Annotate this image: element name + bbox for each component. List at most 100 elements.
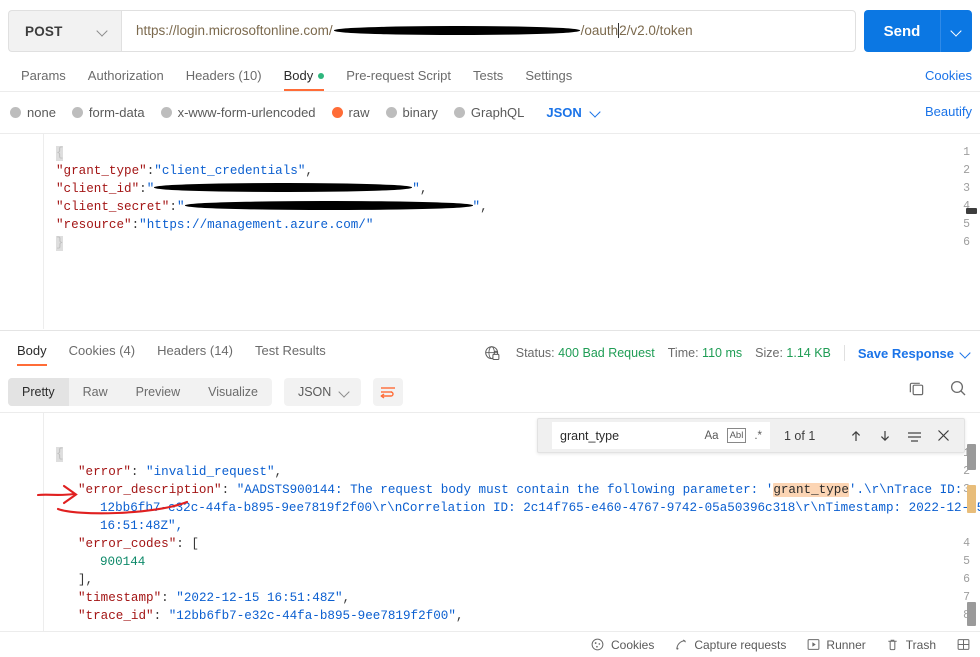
body-type-label: binary bbox=[402, 104, 438, 120]
view-mode-raw[interactable]: Raw bbox=[69, 378, 122, 406]
body-type-row: none form-data x-www-form-urlencoded raw bin… bbox=[10, 99, 602, 125]
status-group: Status: 400 Bad Request bbox=[516, 346, 655, 360]
match-case-icon[interactable]: Aa bbox=[703, 430, 721, 442]
request-tab-body[interactable]: Body bbox=[273, 68, 336, 91]
raw-format-select[interactable]: JSON bbox=[546, 105, 601, 120]
status-label: Status: bbox=[515, 346, 555, 360]
body-type-binary[interactable]: binary bbox=[385, 104, 438, 120]
response-tab-test-results[interactable]: Test Results bbox=[244, 343, 337, 366]
code-line: "resource":"https://management.azure.com… bbox=[56, 216, 373, 234]
response-tools-right bbox=[906, 378, 968, 398]
body-type-raw[interactable]: raw bbox=[331, 105, 370, 120]
response-view-modes: Pretty Raw Preview Visualize bbox=[8, 378, 272, 406]
code-line: "error_description": "AADSTS900144: The … bbox=[78, 481, 962, 499]
code-token: , bbox=[455, 609, 464, 623]
url-suffix: /oauth bbox=[580, 23, 619, 39]
find-list-icon[interactable] bbox=[907, 430, 922, 442]
statusbar-item-capture-requests[interactable]: Capture requests bbox=[674, 638, 786, 652]
code-token: : bbox=[130, 465, 147, 479]
beautify-link[interactable]: Beautify bbox=[925, 104, 972, 119]
response-tab-cookies-4[interactable]: Cookies (4) bbox=[58, 343, 146, 366]
url-input[interactable]: https://login.microsoftonline.com/ /oauth… bbox=[121, 10, 856, 52]
search-icon[interactable] bbox=[948, 378, 968, 398]
tab-label: Params bbox=[21, 68, 66, 83]
request-tab-pre-request-script[interactable]: Pre-request Script bbox=[335, 68, 462, 91]
time-value: 110 ms bbox=[702, 346, 743, 360]
response-format-select[interactable]: JSON bbox=[283, 378, 362, 406]
tab-label: Pre-request Script bbox=[346, 68, 451, 83]
code-line: "error_codes": [ bbox=[78, 535, 199, 553]
find-next-icon[interactable] bbox=[878, 429, 892, 443]
body-type-label: x-www-form-urlencoded bbox=[177, 104, 316, 120]
save-response-button[interactable]: Save Response bbox=[858, 346, 972, 361]
size-label: Size: bbox=[755, 346, 783, 360]
code-line: "grant_type":"client_credentials", bbox=[56, 162, 313, 180]
body-type-label: GraphQL bbox=[470, 104, 525, 120]
send-button[interactable]: Send bbox=[864, 10, 940, 52]
request-tab-params[interactable]: Params bbox=[10, 68, 77, 91]
request-editor-scrollbar[interactable] bbox=[966, 208, 977, 214]
request-tab-settings[interactable]: Settings bbox=[514, 68, 583, 91]
response-scrollbar-thumb-lower[interactable] bbox=[967, 602, 976, 626]
tab-label: Authorization bbox=[87, 68, 164, 83]
view-mode-preview[interactable]: Preview bbox=[122, 378, 194, 406]
wrap-lines-button[interactable] bbox=[373, 378, 404, 406]
line-number: 3 bbox=[963, 182, 970, 195]
find-input[interactable]: grant_type Aa Abl .* bbox=[552, 422, 770, 449]
divider bbox=[0, 330, 980, 331]
code-token: "invalid_request" bbox=[146, 465, 275, 479]
chevron-down-icon bbox=[97, 25, 109, 37]
line-number: 4 bbox=[963, 537, 970, 550]
response-scrollbar-thumb[interactable] bbox=[967, 444, 976, 470]
radio-icon bbox=[71, 106, 83, 118]
body-type-form-data[interactable]: form-data bbox=[71, 105, 145, 120]
text-caret bbox=[618, 22, 620, 38]
code-token: 16:51:48Z", bbox=[100, 519, 184, 533]
response-tab-body[interactable]: Body bbox=[6, 343, 58, 366]
search-match: grant_type bbox=[773, 483, 849, 497]
request-tab-headers-10[interactable]: Headers (10) bbox=[175, 68, 273, 91]
http-method-select[interactable]: POST bbox=[8, 10, 121, 52]
body-type-none[interactable]: none bbox=[10, 105, 56, 120]
code-token: "trace_id" bbox=[78, 609, 154, 623]
statusbar-label: Cookies bbox=[610, 637, 655, 652]
cookies-link[interactable]: Cookies bbox=[925, 68, 972, 83]
code-token: 12bb6fb7-e32c-44fa-b895-9ee7819f2f00\r\n… bbox=[100, 501, 980, 515]
radio-icon bbox=[10, 106, 21, 118]
request-tabs: Params Authorization Headers (10) Body Pre-r… bbox=[0, 62, 980, 91]
view-mode-pretty[interactable]: Pretty bbox=[8, 378, 69, 406]
globe-lock-icon bbox=[483, 343, 503, 363]
copy-icon[interactable] bbox=[906, 378, 926, 398]
find-previous-icon[interactable] bbox=[849, 429, 863, 443]
request-editor-gutter bbox=[0, 134, 44, 329]
code-token: "grant_type" bbox=[56, 164, 147, 178]
body-type-label: none bbox=[27, 104, 56, 120]
response-tab-headers-14[interactable]: Headers (14) bbox=[146, 343, 244, 366]
statusbar-item-runner[interactable]: Runner bbox=[806, 638, 866, 652]
send-options-button[interactable] bbox=[940, 10, 972, 52]
size-group: Size: 1.14 KB bbox=[755, 346, 831, 360]
layout-icon bbox=[956, 638, 970, 652]
statusbar-item-cookies[interactable]: Cookies bbox=[591, 638, 654, 652]
use-regex-icon[interactable]: .* bbox=[752, 430, 764, 442]
statusbar-item-layout[interactable] bbox=[956, 638, 970, 652]
find-query: grant_type bbox=[560, 428, 620, 443]
url-redaction-bar bbox=[333, 25, 580, 35]
body-type-graphql[interactable]: GraphQL bbox=[453, 104, 525, 120]
code-token: , bbox=[342, 591, 351, 605]
match-word-icon[interactable]: Abl bbox=[726, 428, 747, 443]
line-number: 6 bbox=[963, 573, 970, 586]
code-token: " bbox=[412, 182, 420, 196]
url-tail: 2/v2.0/token bbox=[619, 23, 693, 39]
radio-icon bbox=[385, 106, 397, 118]
text-cursor bbox=[56, 146, 63, 161]
find-close-icon[interactable] bbox=[937, 429, 950, 442]
request-tab-tests[interactable]: Tests bbox=[462, 68, 514, 91]
find-bar: grant_type Aa Abl .* 1 of 1 bbox=[537, 418, 965, 453]
body-type-x-www-form-urlencoded[interactable]: x-www-form-urlencoded bbox=[160, 104, 316, 120]
statusbar-item-trash[interactable]: Trash bbox=[886, 638, 936, 652]
view-mode-visualize[interactable]: Visualize bbox=[194, 378, 272, 406]
request-tab-authorization[interactable]: Authorization bbox=[77, 68, 175, 91]
code-token: : bbox=[153, 609, 169, 623]
request-body-editor[interactable]: 1{2"grant_type":"client_credentials",3"c… bbox=[0, 134, 980, 329]
